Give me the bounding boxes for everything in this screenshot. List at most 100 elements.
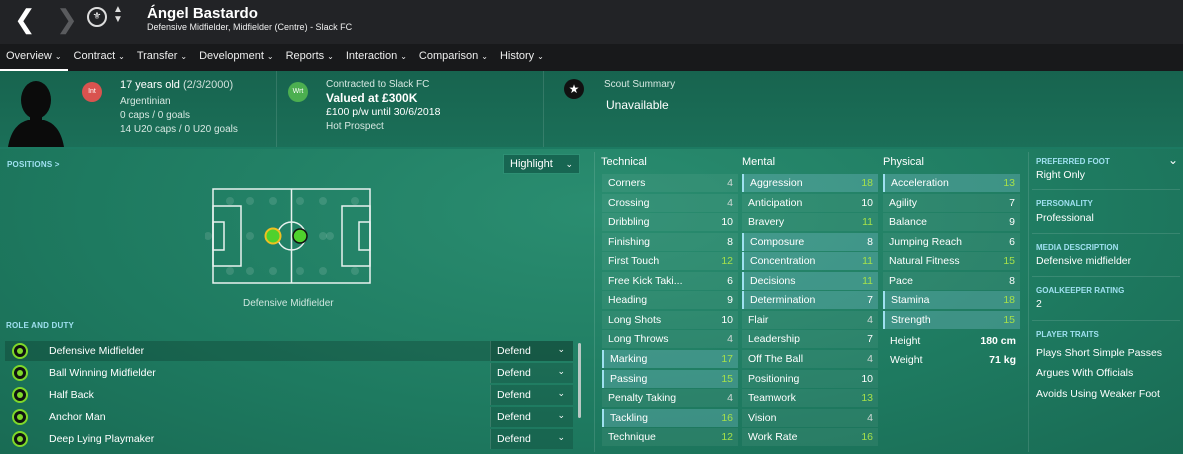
role-duty-label: ROLE AND DUTY [6,321,75,330]
attribute-row: Composure 8 [742,232,878,251]
menu-reports[interactable]: Reports ⌄ [280,44,340,71]
role-row[interactable]: Half Back Defend ⌄ [5,385,573,405]
attribute-name: Dribbling [608,216,650,229]
attribute-value: 17 [721,352,733,365]
back-arrow-icon[interactable]: ❮ [14,6,36,32]
duty-dropdown[interactable]: Defend ⌄ [490,341,573,361]
info-bar: Int 17 years old (2/3/2000) Argentinian … [0,71,1183,147]
attribute-row: Crossing 4 [602,193,738,212]
attribute-value: 8 [727,235,733,248]
attribute-value: 15 [721,372,733,385]
duty-dropdown[interactable]: Defend ⌄ [490,407,573,427]
menu-contract[interactable]: Contract ⌄ [68,44,131,71]
role-icon [12,409,28,425]
attribute-name: Crossing [608,196,650,209]
duty-dropdown[interactable]: Defend ⌄ [490,429,573,449]
scout-summary-label: Scout Summary [604,79,676,90]
duty-dropdown[interactable]: Defend ⌄ [490,363,573,383]
chevron-down-icon: ⌄ [565,159,573,169]
role-row[interactable]: Defensive Midfielder Defend ⌄ [5,341,573,361]
attribute-name: Acceleration [891,177,949,189]
attribute-row: Corners 4 [602,174,738,192]
contract-label: Contracted to Slack FC [326,79,430,90]
chevron-down-icon: ⌄ [557,388,565,398]
menu-interaction[interactable]: Interaction ⌄ [340,44,413,71]
menu-transfer[interactable]: Transfer ⌄ [131,44,193,71]
attribute-row: Free Kick Taki... 6 [602,271,738,290]
attribute-row: Technique 12 [602,428,738,447]
attribute-name: Positioning [748,372,800,385]
attribute-row: Agility 7 [883,193,1020,212]
role-list-scrollbar[interactable] [578,343,581,418]
attribute-row: Flair 4 [742,310,878,329]
attribute-row: Vision 4 [742,408,878,427]
duty-dropdown[interactable]: Defend ⌄ [490,385,573,405]
menu-comparison[interactable]: Comparison ⌄ [413,44,494,71]
star-icon: ★ [564,79,584,99]
attribute-value: 10 [861,372,873,385]
club-badge-icon[interactable]: ⚜ [87,7,107,27]
attribute-value: 4 [727,177,733,189]
attribute-name: Off The Ball [748,352,804,365]
attribute-value: 10 [721,216,733,229]
chevron-down-icon: ⌄ [180,52,188,61]
preferred-foot-value: Right Only [1036,169,1086,181]
divider [276,71,277,147]
attribute-value: 11 [862,216,873,229]
goalkeeper-rating-value: 2 [1036,298,1042,310]
value-text: Valued at £300K [326,91,418,105]
positions-link[interactable]: POSITIONS > [7,160,60,169]
divider [1032,189,1180,190]
chevron-down-icon[interactable]: ⌄ [1168,153,1178,167]
attribute-value: 10 [861,196,873,209]
attribute-row: First Touch 12 [602,252,738,271]
title-bar: ❮ ❯ ⚜ ▲ ▼ Ángel Bastardo Defensive Midfie… [0,0,1183,44]
position-dot-mc [292,228,308,244]
goalkeeper-rating-label: GOALKEEPER RATING [1036,286,1125,295]
attribute-value: 4 [727,333,733,346]
attribute-value: 12 [721,255,733,268]
player-traits-label: PLAYER TRAITS [1036,330,1099,339]
up-down-arrows-icon[interactable]: ▲ ▼ [113,5,123,25]
menu-overview[interactable]: Overview ⌄ [0,44,68,71]
attribute-value: 4 [867,411,873,424]
attribute-value: 13 [861,392,873,405]
menu-development[interactable]: Development ⌄ [193,44,280,71]
attribute-name: Composure [750,235,805,248]
attribute-value: 4 [867,313,873,326]
attribute-value: 9 [1009,216,1015,229]
attribute-name: Finishing [608,235,651,248]
role-row[interactable]: Deep Lying Playmaker Defend ⌄ [5,429,573,449]
attribute-name: Technique [608,431,656,444]
attribute-name: First Touch [608,255,660,268]
attribute-name: Marking [610,352,648,365]
chevron-down-icon: ⌄ [327,52,334,61]
menu-history[interactable]: History ⌄ [494,44,550,71]
role-row[interactable]: Anchor Man Defend ⌄ [5,407,573,427]
role-icon [12,431,28,447]
attribute-name: Anticipation [748,196,803,209]
attribute-name: Determination [750,294,816,307]
highlight-dropdown[interactable]: Highlight ⌄ [503,154,580,174]
attribute-value: 15 [1003,255,1015,268]
role-icon [12,387,28,403]
attribute-name: Teamwork [748,392,796,405]
attribute-name: Agility [889,196,918,209]
attribute-row: Teamwork 13 [742,389,878,408]
attribute-name: Stamina [891,294,930,307]
attribute-value: 10 [721,313,733,326]
chevron-down-icon: ⌄ [118,52,125,61]
attribute-name: Strength [891,313,931,326]
divider [1028,152,1029,452]
player-trait: Argues With Officials [1036,367,1134,379]
attribute-name: Tackling [610,411,648,424]
positions-pitch [205,188,371,284]
role-row[interactable]: Ball Winning Midfielder Defend ⌄ [5,363,573,383]
menu-bar: Overview ⌄ Contract ⌄ Transfer ⌄ Developmen… [0,44,1183,71]
chevron-down-icon: ⌄ [557,366,565,376]
forward-arrow-icon[interactable]: ❯ [56,6,78,32]
attribute-value: 6 [1009,235,1015,248]
attribute-row: Balance 9 [883,213,1020,232]
attribute-row: Tackling 16 [602,408,738,427]
attribute-name: Heading [608,294,648,307]
